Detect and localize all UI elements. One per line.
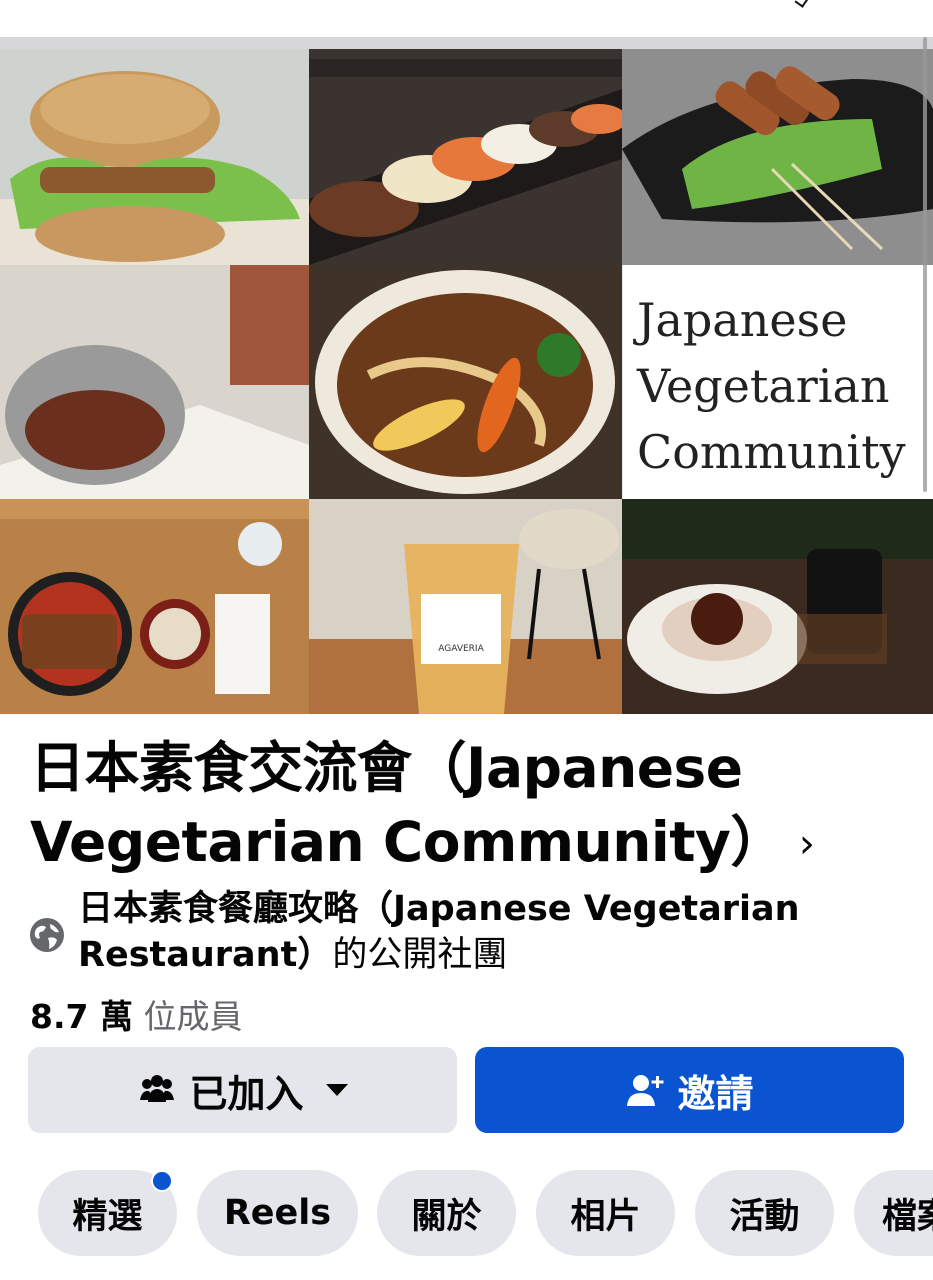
tab-label: 關於 <box>411 1196 482 1237</box>
tab-label: 相片 <box>570 1196 641 1237</box>
group-visibility-text: 日本素食餐廳攻略（Japanese Vegetarian Restaurant）… <box>78 886 878 978</box>
tab-about[interactable]: 關於 <box>377 1170 516 1256</box>
cover-tile-bun <box>0 265 309 499</box>
cover-tile-ramen <box>309 265 622 499</box>
group-members-icon <box>140 1075 175 1102</box>
caret-down-icon <box>325 1084 348 1096</box>
group-page: Japanese Vegetarian Community AGAVERIA 日… <box>0 0 933 1280</box>
joined-button[interactable]: 已加入 <box>28 1047 457 1133</box>
cover-tile-sushi <box>309 49 622 265</box>
group-tabs: 精選 Reels 關於 相片 活動 檔案 <box>0 1170 933 1260</box>
tab-label: 精選 <box>72 1196 143 1237</box>
invite-button[interactable]: 邀請 <box>475 1047 904 1133</box>
tab-files[interactable]: 檔案 <box>854 1170 933 1256</box>
invite-label: 邀請 <box>677 1071 754 1116</box>
tab-reels[interactable]: Reels <box>197 1170 358 1256</box>
visibility-label: 的公開社團 <box>332 935 508 975</box>
tab-label: 活動 <box>729 1196 800 1237</box>
cup-label-text: AGAVERIA <box>438 644 484 654</box>
tab-events[interactable]: 活動 <box>695 1170 834 1256</box>
cover-tile-katsu-set <box>0 499 309 714</box>
add-person-icon <box>627 1075 664 1106</box>
member-count-label: 位成員 <box>143 997 243 1036</box>
cover-logo-tile: Japanese Vegetarian Community <box>622 265 933 499</box>
cover-scrollbar <box>923 37 927 492</box>
group-title-text[interactable]: 日本素食交流會（Japanese Vegetarian Community） <box>30 736 785 874</box>
cover-logo-text: Japanese Vegetarian Community <box>637 293 906 479</box>
tab-photos[interactable]: 相片 <box>536 1170 675 1256</box>
cover-tile-burger <box>0 49 309 265</box>
tab-label: 檔案 <box>882 1196 933 1237</box>
member-count-row[interactable]: 8.7 萬 位成員 <box>30 994 242 1040</box>
member-count: 8.7 萬 <box>30 997 133 1036</box>
notification-dot <box>151 1170 173 1192</box>
group-visibility-row: 日本素食餐廳攻略（Japanese Vegetarian Restaurant）… <box>28 886 888 986</box>
chevron-right-icon[interactable]: › <box>799 821 815 867</box>
globe-icon <box>30 918 64 952</box>
group-title[interactable]: 日本素食交流會（Japanese Vegetarian Community） › <box>30 731 910 885</box>
cover-photo[interactable]: Japanese Vegetarian Community AGAVERIA <box>0 37 933 714</box>
tab-featured[interactable]: 精選 <box>38 1170 177 1256</box>
status-bar <box>0 0 933 36</box>
cover-tile-tofu-coffee <box>622 499 933 714</box>
tab-label: Reels <box>223 1193 332 1233</box>
cover-tile-skewers <box>622 49 933 265</box>
status-icon <box>794 0 810 8</box>
joined-label: 已加入 <box>189 1071 304 1116</box>
cover-tile-drink: AGAVERIA <box>309 499 622 714</box>
